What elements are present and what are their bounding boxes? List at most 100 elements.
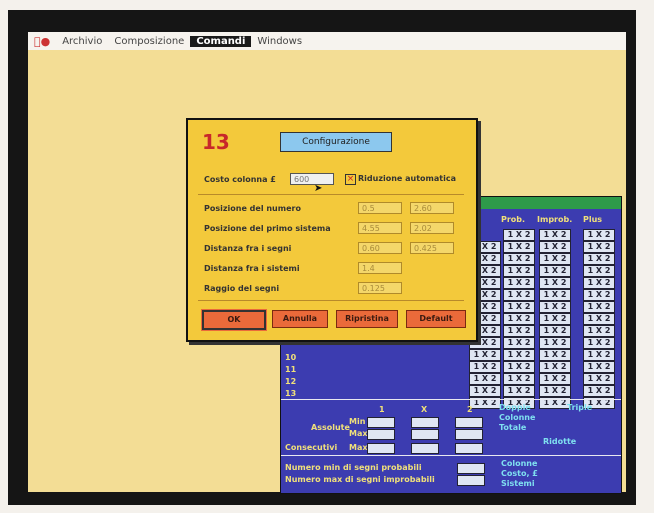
bet-cell[interactable]: 1 X 2 xyxy=(583,265,615,277)
bet-cell[interactable]: 1 X 2 xyxy=(583,277,615,289)
header-prob: Prob. xyxy=(501,215,526,224)
triple-label: Triple xyxy=(567,403,593,412)
bet-cell[interactable]: 1 X 2 xyxy=(469,361,501,373)
colonne-label: Colonne xyxy=(499,413,536,422)
stepper[interactable] xyxy=(455,443,483,454)
bet-cell[interactable]: 1 X 2 xyxy=(583,301,615,313)
stepper[interactable] xyxy=(367,417,395,428)
bet-cell[interactable]: 1 X 2 xyxy=(503,229,535,241)
field-input[interactable]: 0.5 xyxy=(358,202,402,214)
divider xyxy=(198,300,464,301)
bet-cell[interactable]: 1 X 2 xyxy=(503,325,535,337)
field-input[interactable]: 4.55 xyxy=(358,222,402,234)
ridotte-label: Ridotte xyxy=(543,437,577,446)
stepper[interactable] xyxy=(367,429,395,440)
field-label: Distanza fra i segni xyxy=(204,244,292,253)
bet-cell[interactable]: 1 X 2 xyxy=(583,349,615,361)
stepper[interactable] xyxy=(367,443,395,454)
field-input[interactable]: 0.60 xyxy=(358,242,402,254)
stepper[interactable] xyxy=(411,429,439,440)
bet-cell[interactable]: 1 X 2 xyxy=(539,277,571,289)
bet-cell[interactable]: 1 X 2 xyxy=(583,325,615,337)
bet-cell[interactable]: 1 X 2 xyxy=(503,385,535,397)
col-label-x: X xyxy=(421,405,428,414)
min-label: Min xyxy=(349,417,366,426)
row-number: 10 xyxy=(285,353,297,362)
bet-cell[interactable]: 1 X 2 xyxy=(583,337,615,349)
numero-max-label: Numero max di segni improbabili xyxy=(285,475,435,484)
bet-cell[interactable]: 1 X 2 xyxy=(539,373,571,385)
bet-cell[interactable]: 1 X 2 xyxy=(503,277,535,289)
bet-cell[interactable]: 1 X 2 xyxy=(539,253,571,265)
config-dialog: 13 Configurazione Costo colonna £ 600 × … xyxy=(186,118,478,342)
consecutivi-label: Consecutivi xyxy=(285,443,338,452)
bet-cell[interactable]: 1 X 2 xyxy=(539,289,571,301)
bet-cell[interactable]: 1 X 2 xyxy=(503,313,535,325)
row-number: 11 xyxy=(285,365,297,374)
bet-cell[interactable]: 1 X 2 xyxy=(539,349,571,361)
field-input[interactable]: 2.02 xyxy=(410,222,454,234)
field-input[interactable]: 2.60 xyxy=(410,202,454,214)
bet-cell[interactable]: 1 X 2 xyxy=(583,361,615,373)
bet-cell[interactable]: 1 X 2 xyxy=(539,385,571,397)
bet-cell[interactable]: 1 X 2 xyxy=(469,385,501,397)
col-label-2: 2 xyxy=(467,405,473,414)
default-button[interactable]: Default xyxy=(406,310,466,328)
stepper[interactable] xyxy=(411,417,439,428)
bet-cell[interactable]: 1 X 2 xyxy=(583,241,615,253)
bet-cell[interactable]: 1 X 2 xyxy=(583,289,615,301)
header-improb: Improb. xyxy=(537,215,573,224)
stepper[interactable] xyxy=(455,417,483,428)
bet-cell[interactable]: 1 X 2 xyxy=(503,361,535,373)
bet-cell[interactable]: 1 X 2 xyxy=(539,301,571,313)
field-input[interactable]: 0.125 xyxy=(358,282,402,294)
bet-cell[interactable]: 1 X 2 xyxy=(583,373,615,385)
field-label: Posizione del numero xyxy=(204,204,301,213)
costo-colonna-label: Costo colonna £ xyxy=(204,175,276,184)
riduzione-label: Riduzione automatica xyxy=(358,174,456,183)
bet-cell[interactable]: 1 X 2 xyxy=(539,265,571,277)
bet-cell[interactable]: 1 X 2 xyxy=(583,253,615,265)
bet-cell[interactable]: 1 X 2 xyxy=(503,301,535,313)
max-label-2: Max xyxy=(349,443,368,452)
menu-composizione[interactable]: Composizione xyxy=(108,36,190,47)
apple-menu-icon[interactable]: ● xyxy=(28,35,56,48)
stepper[interactable] xyxy=(457,475,485,486)
max-label: Max xyxy=(349,429,368,438)
bet-cell[interactable]: 1 X 2 xyxy=(469,349,501,361)
bet-cell[interactable]: 1 X 2 xyxy=(469,373,501,385)
stepper[interactable] xyxy=(455,429,483,440)
stepper[interactable] xyxy=(457,463,485,474)
menu-archivio[interactable]: Archivio xyxy=(56,36,108,47)
app-logo: 13 xyxy=(202,130,230,154)
bet-cell[interactable]: 1 X 2 xyxy=(539,337,571,349)
bet-cell[interactable]: 1 X 2 xyxy=(503,265,535,277)
bet-cell[interactable]: 1 X 2 xyxy=(503,373,535,385)
ok-button[interactable]: OK xyxy=(201,309,267,331)
bet-cell[interactable]: 1 X 2 xyxy=(539,241,571,253)
stepper[interactable] xyxy=(411,443,439,454)
bet-cell[interactable]: 1 X 2 xyxy=(503,241,535,253)
bet-cell[interactable]: 1 X 2 xyxy=(583,385,615,397)
bet-cell[interactable]: 1 X 2 xyxy=(539,361,571,373)
field-input[interactable]: 0.425 xyxy=(410,242,454,254)
bet-cell[interactable]: 1 X 2 xyxy=(503,349,535,361)
ripristina-button[interactable]: Ripristina xyxy=(336,310,398,328)
menu-comandi[interactable]: Comandi xyxy=(190,35,252,47)
annulla-button[interactable]: Annulla xyxy=(272,310,328,328)
bet-cell[interactable]: 1 X 2 xyxy=(503,253,535,265)
bet-cell[interactable]: 1 X 2 xyxy=(539,325,571,337)
divider xyxy=(281,399,621,400)
col-label-1: 1 xyxy=(379,405,385,414)
costo-colonna-input[interactable]: 600 xyxy=(290,173,334,185)
bet-cell[interactable]: 1 X 2 xyxy=(539,229,571,241)
bet-cell[interactable]: 1 X 2 xyxy=(583,229,615,241)
riduzione-checkbox[interactable]: × xyxy=(345,174,356,185)
bet-cell[interactable]: 1 X 2 xyxy=(539,313,571,325)
menu-windows[interactable]: Windows xyxy=(251,36,308,47)
divider xyxy=(281,455,621,456)
bet-cell[interactable]: 1 X 2 xyxy=(503,289,535,301)
bet-cell[interactable]: 1 X 2 xyxy=(583,313,615,325)
field-input[interactable]: 1.4 xyxy=(358,262,402,274)
bet-cell[interactable]: 1 X 2 xyxy=(503,337,535,349)
